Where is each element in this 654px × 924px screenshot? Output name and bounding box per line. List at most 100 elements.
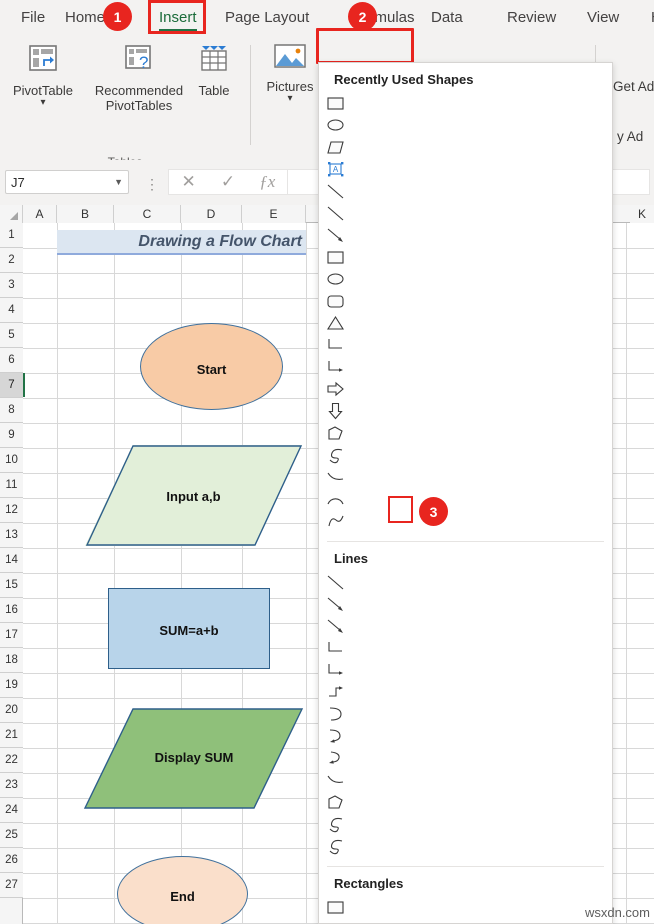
shape-freeform[interactable]: [324, 791, 348, 813]
row-header-6[interactable]: 6: [0, 348, 23, 373]
tab-file[interactable]: File: [14, 4, 52, 32]
row-header-24[interactable]: 24: [0, 798, 23, 823]
tab-help[interactable]: Help: [644, 4, 654, 32]
my-addins-label[interactable]: y Ad: [617, 129, 643, 144]
flowchart-node-start[interactable]: Start: [140, 323, 283, 410]
enter-icon[interactable]: ✓: [208, 172, 247, 192]
shape-elbow-connector[interactable]: [324, 334, 348, 356]
cancel-icon[interactable]: ✕: [169, 172, 208, 192]
section-recently-used-shapes[interactable]: A: [319, 92, 612, 539]
flowchart-node-end[interactable]: End: [117, 856, 248, 924]
shape-curved-arrow[interactable]: [324, 725, 348, 747]
row-header-10[interactable]: 10: [0, 448, 23, 473]
shape-rectangle[interactable]: [324, 896, 348, 918]
row-header-16[interactable]: 16: [0, 598, 23, 623]
shape-scribble[interactable]: [324, 444, 348, 466]
row-header-14[interactable]: 14: [0, 548, 23, 573]
tab-insert[interactable]: Insert: [152, 4, 204, 32]
shape-rectangle-2[interactable]: [324, 246, 348, 268]
column-header-k[interactable]: K: [630, 205, 654, 223]
shape-freeform[interactable]: [324, 422, 348, 444]
flowchart-node-output[interactable]: [83, 707, 305, 811]
shape-curved-connector[interactable]: [324, 703, 348, 725]
pivot-table-button[interactable]: PivotTable ▾: [6, 43, 80, 108]
row-header-9[interactable]: 9: [0, 423, 23, 448]
shape-parallelogram[interactable]: [324, 136, 348, 158]
shape-arc[interactable]: [324, 488, 348, 510]
shape-freeform-scribble[interactable]: [324, 813, 348, 835]
shape-curve[interactable]: [324, 769, 348, 791]
row-header-18[interactable]: 18: [0, 648, 23, 673]
row-header-25[interactable]: 25: [0, 823, 23, 848]
shape-rounded-rectangle[interactable]: [324, 918, 348, 923]
shape-isosceles-triangle[interactable]: [324, 312, 348, 334]
row-header-15[interactable]: 15: [0, 573, 23, 598]
shape-elbow-arrow[interactable]: [324, 659, 348, 681]
shape-rounded-rectangle[interactable]: [324, 290, 348, 312]
row-header-26[interactable]: 26: [0, 848, 23, 873]
column-header-d[interactable]: D: [181, 205, 242, 223]
row-header-5[interactable]: 5: [0, 323, 23, 348]
row-header-27[interactable]: 27: [0, 873, 23, 898]
shape-line-2[interactable]: [324, 202, 348, 224]
insert-function-icon[interactable]: ƒx: [248, 172, 287, 192]
shape-oval[interactable]: [324, 114, 348, 136]
shape-oval-2[interactable]: [324, 268, 348, 290]
shape-curve[interactable]: [324, 466, 348, 488]
shape-scribble[interactable]: [324, 835, 348, 857]
chevron-down-icon[interactable]: ▾: [6, 98, 80, 108]
flowchart-node-process[interactable]: SUM=a+b: [108, 588, 270, 669]
row-header-13[interactable]: 13: [0, 523, 23, 548]
select-all-button[interactable]: [0, 205, 23, 223]
row-header-1[interactable]: 1: [0, 223, 23, 248]
tab-page-layout[interactable]: Page Layout: [218, 4, 316, 32]
row-header-22[interactable]: 22: [0, 748, 23, 773]
row-header-12[interactable]: 12: [0, 498, 23, 523]
shape-line-arrow[interactable]: [324, 224, 348, 246]
tab-review[interactable]: Review: [500, 4, 563, 32]
row-header-7[interactable]: 7: [0, 373, 23, 398]
recommended-pivot-tables-button[interactable]: ? Recommended PivotTables: [84, 43, 194, 113]
column-header-a[interactable]: A: [23, 205, 57, 223]
row-header-2[interactable]: 2: [0, 248, 23, 273]
chevron-down-icon-pictures[interactable]: ▾: [262, 94, 318, 104]
pictures-button[interactable]: Pictures ▾: [262, 43, 318, 104]
shape-elbow-connector[interactable]: [324, 637, 348, 659]
shape-right-arrow[interactable]: [324, 378, 348, 400]
shape-line-arrow[interactable]: [324, 593, 348, 615]
tab-data[interactable]: Data: [424, 4, 470, 32]
section-title-recently-used: Recently Used Shapes: [334, 72, 474, 87]
name-box[interactable]: J7 ▼: [5, 170, 129, 194]
shape-rectangle[interactable]: [324, 92, 348, 114]
flowchart-title-cell[interactable]: Drawing a Flow Chart: [57, 230, 306, 255]
shape-line[interactable]: [324, 571, 348, 593]
tab-view[interactable]: View: [580, 4, 626, 32]
get-addins-label[interactable]: Get Ad: [613, 79, 654, 94]
table-button[interactable]: Table: [192, 43, 236, 98]
row-header-17[interactable]: 17: [0, 623, 23, 648]
column-header-b[interactable]: B: [57, 205, 114, 223]
row-header-3[interactable]: 3: [0, 273, 23, 298]
row-header-8[interactable]: 8: [0, 398, 23, 423]
row-header-21[interactable]: 21: [0, 723, 23, 748]
shape-down-arrow[interactable]: [324, 400, 348, 422]
chevron-down-icon-namebox[interactable]: ▼: [114, 177, 123, 187]
shape-line[interactable]: [324, 180, 348, 202]
section-lines[interactable]: [319, 571, 612, 864]
shape-elbow-arrow-connector[interactable]: [324, 356, 348, 378]
column-header-e[interactable]: E: [242, 205, 306, 223]
row-header-19[interactable]: 19: [0, 673, 23, 698]
shape-text-box[interactable]: A: [324, 158, 348, 180]
section-rectangles[interactable]: [319, 896, 612, 923]
shape-curve-2[interactable]: [324, 510, 348, 532]
row-header-4[interactable]: 4: [0, 298, 23, 323]
shapes-dropdown-panel[interactable]: Recently Used Shapes A Lines Rectangles …: [318, 62, 613, 924]
formula-bar-handle[interactable]: ⋮: [145, 176, 159, 193]
shape-line-double-arrow[interactable]: [324, 615, 348, 637]
row-header-20[interactable]: 20: [0, 698, 23, 723]
row-header-11[interactable]: 11: [0, 473, 23, 498]
row-header-23[interactable]: 23: [0, 773, 23, 798]
shape-elbow-double-arrow[interactable]: [324, 681, 348, 703]
column-header-c[interactable]: C: [114, 205, 181, 223]
shape-curved-double-arrow[interactable]: [324, 747, 348, 769]
